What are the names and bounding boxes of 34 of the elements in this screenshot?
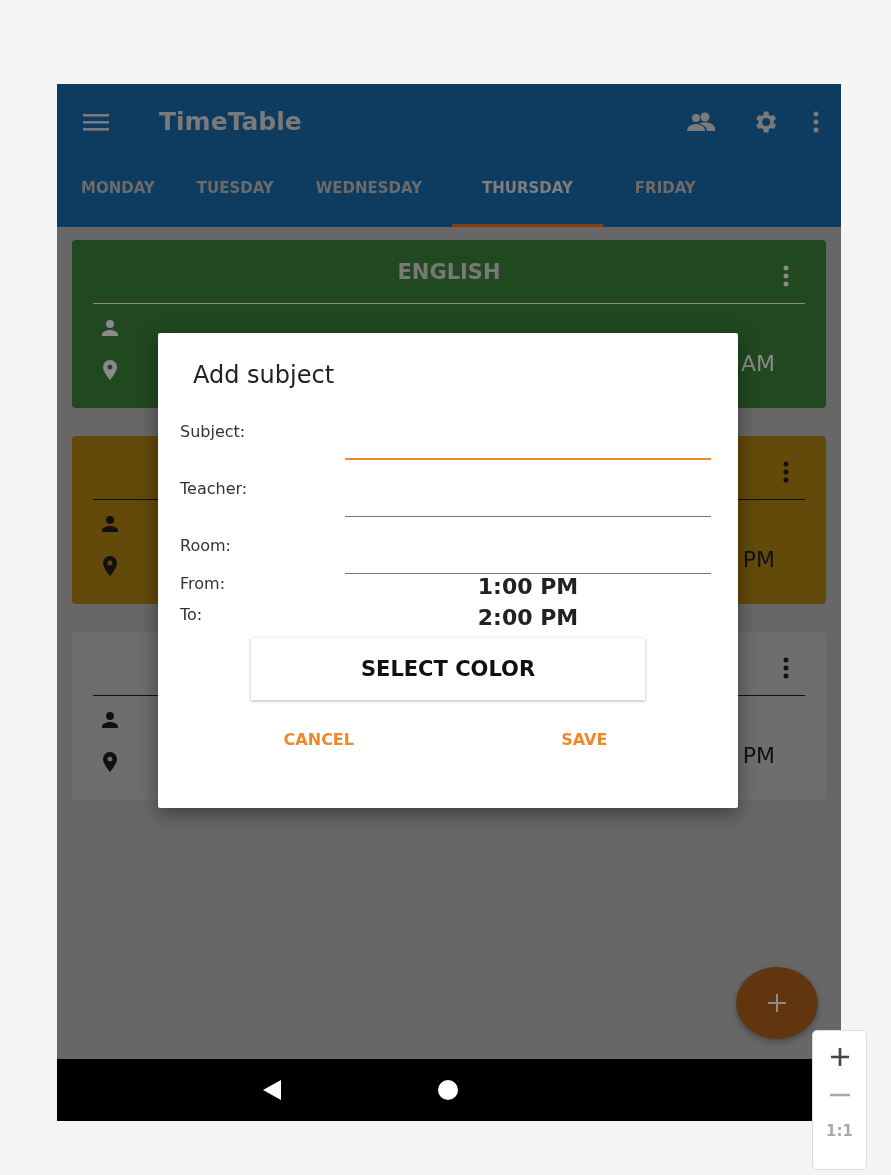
dialog-action-button[interactable]: CANCEL bbox=[273, 724, 364, 755]
day-tab[interactable]: FRIDAY bbox=[616, 159, 714, 227]
time-value[interactable]: 1:00 PM bbox=[345, 574, 711, 605]
time-label: To: bbox=[180, 605, 204, 624]
subject-title: ENGLISH bbox=[397, 259, 501, 284]
select-color-button[interactable]: SELECT COLOR bbox=[251, 638, 645, 700]
dialog-title: Add subject bbox=[193, 361, 336, 391]
app-title: TimeTable bbox=[159, 107, 302, 136]
menu-icon[interactable] bbox=[83, 111, 109, 132]
zoom-in-icon[interactable] bbox=[828, 1046, 851, 1068]
back-icon[interactable] bbox=[261, 1079, 283, 1101]
plus-icon bbox=[766, 992, 788, 1014]
time-label: From: bbox=[180, 574, 227, 593]
more-options-icon[interactable] bbox=[783, 461, 789, 483]
field-label: Subject: bbox=[180, 421, 247, 441]
more-options-icon[interactable] bbox=[783, 657, 789, 679]
people-icon[interactable] bbox=[685, 111, 717, 132]
field-label: Teacher: bbox=[180, 478, 249, 498]
more-options-icon[interactable] bbox=[813, 110, 819, 133]
day-tab[interactable]: WEDNESDAY bbox=[297, 159, 440, 227]
add-button[interactable] bbox=[736, 967, 818, 1039]
time-text: PM bbox=[742, 743, 775, 768]
home-icon[interactable] bbox=[437, 1079, 459, 1101]
day-tab[interactable]: THURSDAY bbox=[452, 159, 603, 227]
more-options-icon[interactable] bbox=[783, 265, 789, 287]
time-text: PM bbox=[742, 547, 775, 572]
day-tab[interactable]: MONDAY bbox=[63, 159, 173, 227]
time-value[interactable]: 2:00 PM bbox=[345, 605, 711, 636]
field-label: Room: bbox=[180, 535, 232, 555]
dialog-action-button[interactable]: SAVE bbox=[551, 724, 618, 755]
day-tab[interactable]: TUESDAY bbox=[178, 159, 292, 227]
zoom-reset-button[interactable]: 1:1 bbox=[826, 1122, 853, 1140]
zoom-out-icon[interactable] bbox=[828, 1092, 851, 1098]
time-text: AM bbox=[740, 351, 775, 376]
